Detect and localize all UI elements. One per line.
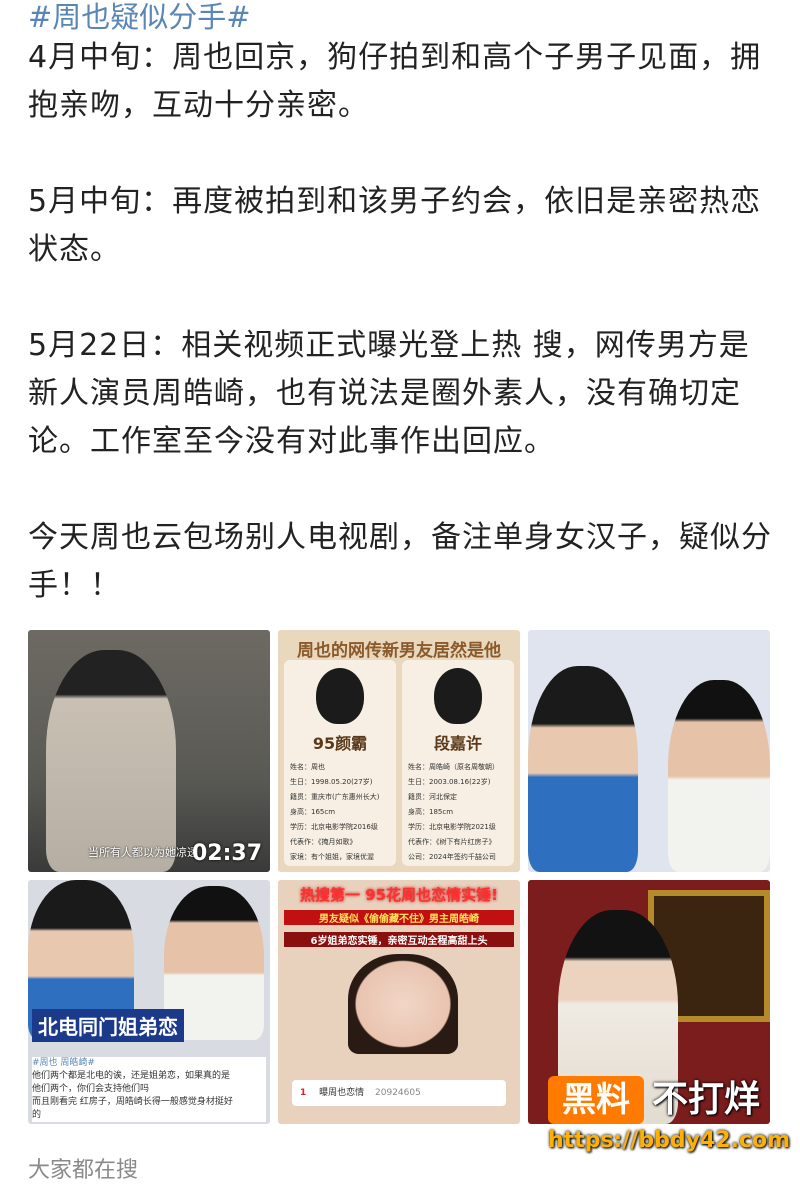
- image-grid: 当所有人都以为她凉透 02:37 周也的网传新男友居然是他 95颜霸 姓名：周也…: [28, 630, 770, 1124]
- portrait-icon: [316, 668, 364, 724]
- image-couple-photo[interactable]: [528, 630, 770, 872]
- profile-left-name: 95颜霸: [312, 734, 368, 753]
- everyone-searching-label[interactable]: 大家都在搜: [28, 1152, 138, 1184]
- post-paragraph-1: 4月中旬：周也回京，狗仔拍到和高个子男子见面，拥抱亲吻，互动十分亲密。: [28, 40, 762, 123]
- person-figure: [46, 650, 176, 872]
- watermark-url: https://bbdy42.com: [548, 1128, 791, 1153]
- video-subtitle: 当所有人都以为她凉透: [88, 846, 198, 859]
- card-title: 周也的网传新男友居然是他: [297, 641, 501, 661]
- image-profile-card[interactable]: 周也的网传新男友居然是他 95颜霸 姓名：周也 生日：1998.05.20(27…: [278, 630, 520, 872]
- post-paragraph-4: 今天周也云包场别人电视剧，备注单身女汉子，疑似分手！！: [28, 520, 772, 603]
- site-watermark: 黑料 不打烊 https://bbdy42.com: [548, 1076, 790, 1160]
- profile-right: 段嘉许 姓名：周皓崎（原名周敬朝） 生日：2003.08.16(22岁) 籍贯：…: [402, 660, 514, 866]
- portrait-icon: [434, 668, 482, 724]
- embedded-post-note: #周也 周皓崎# 他们两个都是北电的诶，还是姐弟恋，如果真的是 他们两个，你们会…: [32, 1057, 266, 1122]
- person-figure: [668, 680, 770, 872]
- person-figure: [348, 954, 458, 1054]
- post-paragraph-2: 5月中旬：再度被拍到和该男子约会，依旧是亲密热恋状态。: [28, 184, 762, 267]
- profile-left: 95颜霸 姓名：周也 生日：1998.05.20(27岁) 籍贯：重庆市(广东惠…: [284, 660, 396, 866]
- news-title: 热搜第一 95花周也恋情实锤!: [300, 886, 498, 904]
- profile-left-info: 姓名：周也 生日：1998.05.20(27岁) 籍贯：重庆市(广东惠州长大) …: [290, 763, 380, 861]
- hot-search-entry: 1 曝周也恋情 20924605: [292, 1080, 506, 1106]
- profile-right-name: 段嘉许: [433, 734, 482, 753]
- hashtag-link[interactable]: #周也疑似分手#: [28, 0, 778, 34]
- profile-right-info: 姓名：周皓崎（原名周敬朝） 生日：2003.08.16(22岁) 籍贯：河北保定…: [408, 763, 499, 861]
- image-hot-search-graphic[interactable]: 热搜第一 95花周也恋情实锤! 男友疑似《偷偷藏不住》男主周皓崎 6岁姐弟恋实锤…: [278, 880, 520, 1124]
- news-bar: 6岁姐弟恋实锤，亲密互动全程高甜上头: [284, 932, 514, 947]
- image-couple-banner[interactable]: 北电同门姐弟恋 #周也 周皓崎# 他们两个都是北电的诶，还是姐弟恋，如果真的是 …: [28, 880, 270, 1124]
- watermark-logo: 黑料: [548, 1076, 644, 1124]
- person-figure: [528, 666, 638, 872]
- post-body: #周也疑似分手# 4月中旬：周也回京，狗仔拍到和高个子男子见面，拥抱亲吻，互动十…: [28, 0, 778, 610]
- image-banner-text: 北电同门姐弟恋: [32, 1009, 184, 1042]
- post-paragraph-3: 5月22日：相关视频正式曝光登上热 搜，网传男方是新人演员周皓崎，也有说法是圈外…: [28, 328, 750, 459]
- watermark-text: 不打烊: [652, 1079, 761, 1120]
- video-duration: 02:37: [191, 841, 262, 866]
- image-video-still[interactable]: 当所有人都以为她凉透 02:37: [28, 630, 270, 872]
- news-subtitle: 男友疑似《偷偷藏不住》男主周皓崎: [284, 910, 514, 925]
